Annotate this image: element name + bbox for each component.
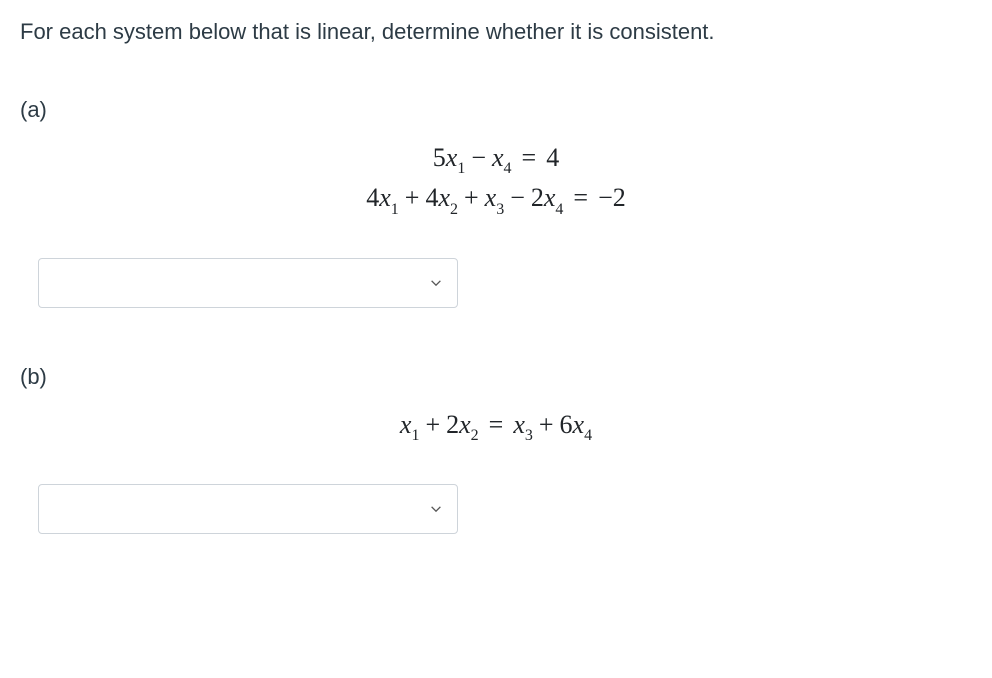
part-b-answer-select[interactable] — [38, 484, 458, 534]
part-a-equations: 5x1−x4=4 4x1+4x2+x3−2x4=−2 — [20, 143, 972, 217]
part-a-label: (a) — [20, 97, 972, 123]
chevron-down-icon — [429, 276, 443, 290]
part-b-equations: x1+2x2=x3+6x4 — [20, 410, 972, 444]
equation-b1: x1+2x2=x3+6x4 — [20, 410, 972, 444]
equation-a2: 4x1+4x2+x3−2x4=−2 — [20, 183, 972, 217]
part-b-label: (b) — [20, 364, 972, 390]
chevron-down-icon — [429, 502, 443, 516]
part-a-answer-select[interactable] — [38, 258, 458, 308]
question-prompt: For each system below that is linear, de… — [20, 14, 972, 49]
equation-a1: 5x1−x4=4 — [20, 143, 972, 177]
part-a-answer-select-wrapper — [38, 258, 458, 308]
part-b-answer-select-wrapper — [38, 484, 458, 534]
